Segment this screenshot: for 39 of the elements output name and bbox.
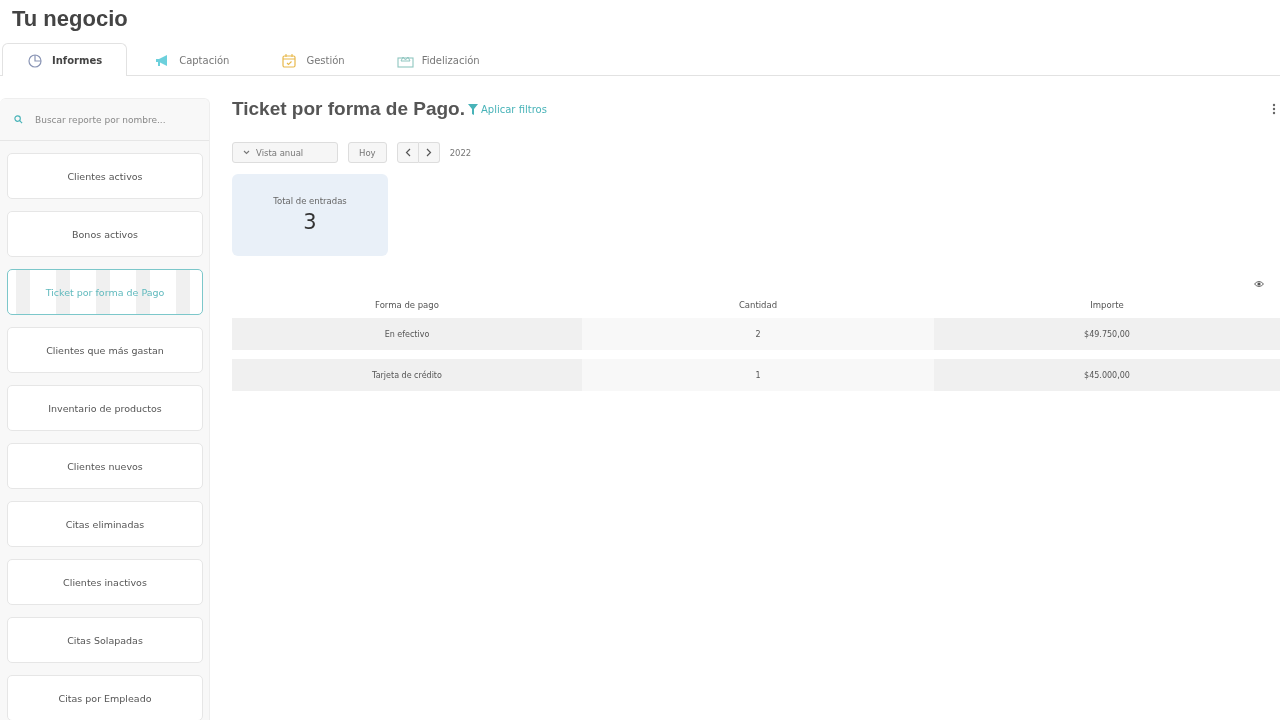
report-item[interactable]: Clientes inactivos	[7, 559, 203, 605]
search-field[interactable]: Buscar reporte por nombre...	[33, 113, 193, 126]
chart-icon	[27, 52, 44, 68]
stat-label: Total de entradas	[273, 196, 347, 206]
calendar-icon	[281, 53, 299, 68]
report-item[interactable]: Citas por Empleado	[7, 675, 203, 720]
page-title: Tu negocio	[12, 6, 129, 33]
column-header: Forma de pago	[374, 300, 440, 310]
report-title: Ticket por forma de Pago.	[232, 98, 465, 120]
chevron-down-icon	[243, 150, 250, 155]
eye-icon[interactable]	[1254, 280, 1264, 288]
column-header: Importe	[1089, 300, 1125, 310]
search-icon	[14, 115, 23, 124]
report-item[interactable]: Bonos activos	[7, 211, 203, 257]
nav-tab[interactable]: Gestión	[256, 44, 370, 76]
nav-tab[interactable]: Captación	[129, 44, 255, 76]
nav-tab[interactable]: Fidelización	[371, 44, 505, 76]
report-item[interactable]: Clientes activos	[7, 153, 203, 199]
table-cell: Tarjeta de crédito	[232, 359, 582, 391]
today-button[interactable]: Hoy	[348, 142, 387, 163]
report-item[interactable]: Clientes que más gastan	[7, 327, 203, 373]
nav-tab[interactable]: Informes	[2, 43, 128, 76]
report-item[interactable]: Clientes nuevos	[7, 443, 203, 489]
view-select[interactable]: Vista anual	[232, 142, 338, 163]
filter-icon	[468, 103, 478, 115]
table-cell: En efectivo	[232, 318, 582, 350]
table-cell: $49.750,00	[934, 318, 1280, 350]
report-item[interactable]: Citas eliminadas	[7, 501, 203, 547]
chevron-right-icon	[425, 148, 432, 157]
period-label: 2022	[449, 147, 472, 158]
report-item[interactable]: Citas Solapadas	[7, 617, 203, 663]
table-cell: $45.000,00	[934, 359, 1280, 391]
chevron-left-icon	[404, 148, 411, 157]
table-cell-text: 2	[754, 328, 762, 341]
table-cell-text: 1	[754, 369, 762, 382]
stat-value: 3	[303, 210, 317, 234]
column-header: Cantidad	[737, 300, 779, 310]
report-item[interactable]: Inventario de productos	[7, 385, 203, 431]
more-icon[interactable]	[1272, 103, 1276, 115]
